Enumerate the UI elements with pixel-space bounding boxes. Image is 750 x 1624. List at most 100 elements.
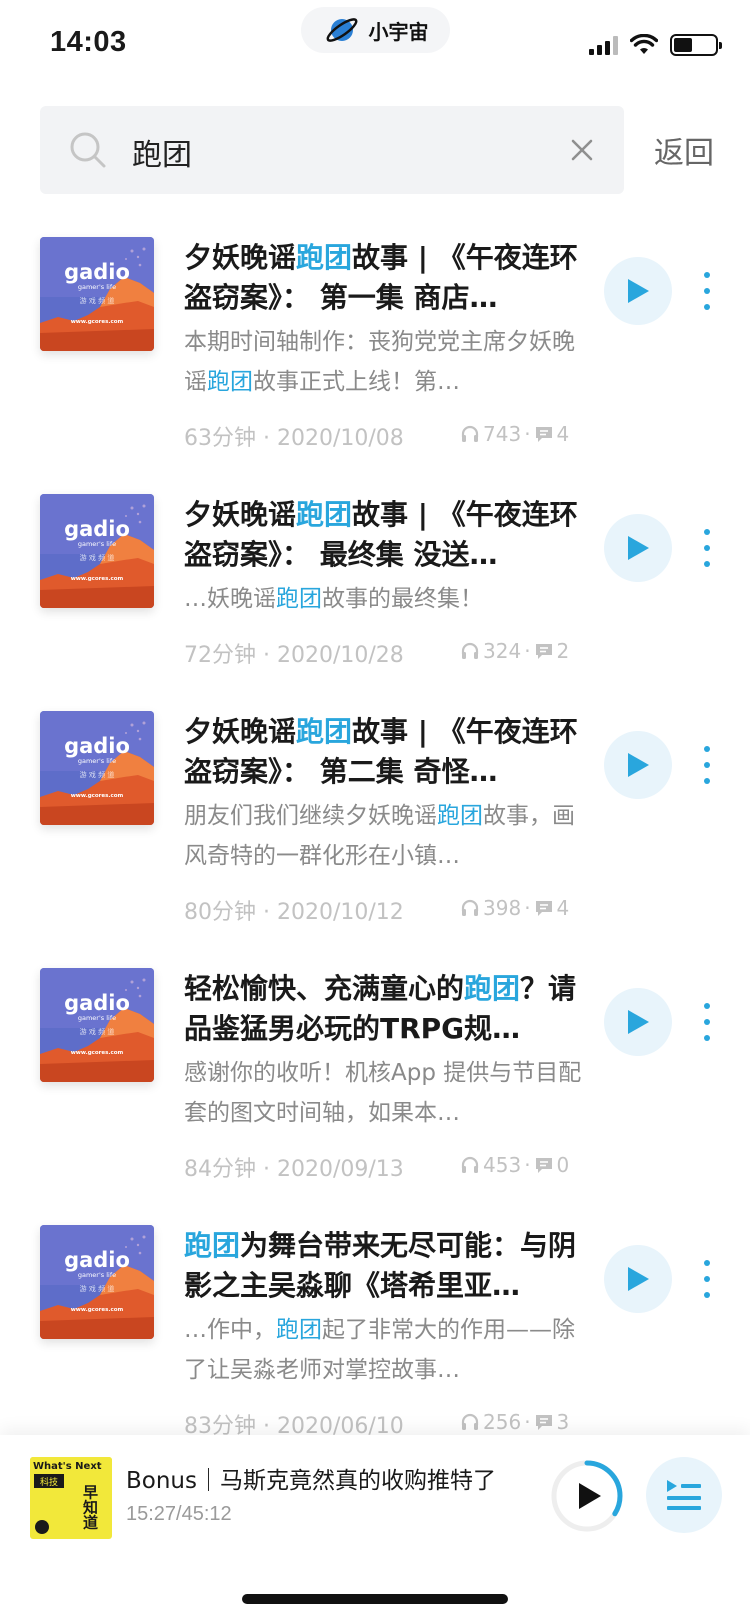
episode-item[interactable]: gadio gamer's life 游 戏 频 道 www.gcores.co…: [0, 493, 750, 710]
now-playing-title[interactable]: Bonus｜马斯克竟然真的收购推特了: [126, 1461, 516, 1495]
episode-play-button[interactable]: [604, 1245, 672, 1313]
headphones-icon: [461, 899, 479, 916]
svg-text:www.gcores.com: www.gcores.com: [71, 1050, 124, 1056]
episode-title[interactable]: 跑团为舞台带来无尽可能：与阴影之主吴淼聊《塔希里亚…: [184, 1226, 584, 1306]
episode-cover-image[interactable]: gadio gamer's life 游 戏 频 道 www.gcores.co…: [40, 711, 154, 825]
dot-icon: [704, 529, 710, 535]
episode-play-button[interactable]: [604, 988, 672, 1056]
svg-text:gamer's life: gamer's life: [78, 1014, 116, 1022]
episode-description: 感谢你的收听！机核App 提供与节目配套的图文时间轴，如果本…: [184, 1060, 582, 1126]
status-icons: [589, 34, 722, 56]
play-icon: [628, 1267, 649, 1291]
more-options-button[interactable]: [692, 999, 722, 1045]
more-options-button[interactable]: [692, 525, 722, 571]
episode-stats: 324 · 2: [460, 639, 569, 663]
episode-description: 本期时间轴制作：丧狗党党主席夕妖晚谣跑团故事正式上线！第…: [184, 329, 575, 395]
episode-play-button[interactable]: [604, 514, 672, 582]
dot-icon: [704, 304, 710, 310]
episode-title[interactable]: 夕妖晚谣跑团故事 | 《午夜连环盗窃案》： 第一集 商店…: [184, 238, 584, 318]
app-brand-pill[interactable]: 小宇宙: [301, 7, 450, 53]
episode-description: …妖晚谣跑团故事的最终集！: [184, 586, 483, 612]
home-indicator: [242, 1594, 508, 1604]
play-icon: [628, 1010, 649, 1034]
svg-text:gadio: gadio: [64, 517, 130, 541]
dot-icon: [704, 1019, 710, 1025]
planet-logo-icon: [326, 18, 357, 42]
episode-stats: 743 · 4: [460, 422, 569, 446]
svg-text:gamer's life: gamer's life: [78, 540, 116, 548]
cover-main-text: 早知道: [81, 1485, 99, 1530]
comment-icon: [535, 1158, 552, 1173]
episode-cover-image[interactable]: gadio gamer's life 游 戏 频 道 www.gcores.co…: [40, 1225, 154, 1339]
playlist-queue-button[interactable]: [646, 1457, 722, 1533]
more-options-button[interactable]: [692, 742, 722, 788]
headphones-icon: [461, 1156, 479, 1173]
svg-text:gamer's life: gamer's life: [78, 1271, 116, 1279]
svg-text:游 戏 频 道: 游 戏 频 道: [80, 553, 115, 562]
cover-top-text: What's Next: [33, 1461, 102, 1472]
svg-text:游 戏 频 道: 游 戏 频 道: [80, 296, 115, 305]
clear-search-icon[interactable]: [568, 136, 596, 164]
dot-icon: [704, 1276, 710, 1282]
app-brand-name: 小宇宙: [368, 19, 429, 44]
dot-icon: [704, 1292, 710, 1298]
dot-icon: [704, 746, 710, 752]
play-icon: [628, 753, 649, 777]
episode-duration-date: 72分钟 · 2020/10/28: [184, 643, 404, 668]
now-playing-cover[interactable]: What's Next 科技 早知道: [30, 1457, 112, 1539]
comment-icon: [535, 427, 552, 442]
search-input[interactable]: 跑团: [132, 130, 192, 174]
episode-duration-date: 63分钟 · 2020/10/08: [184, 426, 404, 451]
episode-cover-image[interactable]: gadio gamer's life 游 戏 频 道 www.gcores.co…: [40, 968, 154, 1082]
comment-icon: [535, 901, 552, 916]
episode-title[interactable]: 夕妖晚谣跑团故事 | 《午夜连环盗窃案》： 最终集 没送…: [184, 495, 584, 575]
svg-text:www.gcores.com: www.gcores.com: [71, 793, 124, 799]
svg-text:游 戏 频 道: 游 戏 频 道: [80, 1027, 115, 1036]
episode-cover-image[interactable]: gadio gamer's life 游 戏 频 道 www.gcores.co…: [40, 494, 154, 608]
episode-play-button[interactable]: [604, 731, 672, 799]
episode-item[interactable]: gadio gamer's life 游 戏 频 道 www.gcores.co…: [0, 710, 750, 967]
episode-title[interactable]: 夕妖晚谣跑团故事 | 《午夜连环盗窃案》： 第二集 奇怪…: [184, 712, 584, 792]
svg-text:www.gcores.com: www.gcores.com: [71, 1307, 124, 1313]
episode-description: …作中，跑团起了非常大的作用——除了让吴淼老师对掌控故事…: [184, 1317, 575, 1383]
dot-icon: [704, 1035, 710, 1041]
play-icon: [628, 536, 649, 560]
play-icon: [628, 279, 649, 303]
episode-title[interactable]: 轻松愉快、充满童心的跑团？请品鉴猛男必玩的TRPG规…: [184, 969, 584, 1049]
more-options-button[interactable]: [692, 1256, 722, 1302]
svg-text:gadio: gadio: [64, 260, 130, 284]
svg-text:www.gcores.com: www.gcores.com: [71, 319, 124, 325]
episode-cover-image[interactable]: gadio gamer's life 游 戏 频 道 www.gcores.co…: [40, 237, 154, 351]
more-options-button[interactable]: [692, 268, 722, 314]
headphones-icon: [461, 1413, 479, 1430]
player-play-button[interactable]: [548, 1457, 626, 1535]
headphones-icon: [461, 642, 479, 659]
svg-text:gadio: gadio: [64, 1248, 130, 1272]
episode-stats: 453 · 0: [460, 1153, 569, 1177]
dot-icon: [704, 272, 710, 278]
episode-description: 朋友们我们继续夕妖晚谣跑团故事，画风奇特的一群化形在小镇…: [184, 803, 575, 869]
dot-icon: [704, 288, 710, 294]
playlist-icon: [667, 1480, 701, 1510]
episode-stats: 398 · 4: [460, 896, 569, 920]
svg-text:gadio: gadio: [64, 734, 130, 758]
back-button[interactable]: 返回: [654, 128, 714, 172]
dot-icon: [704, 561, 710, 567]
svg-text:www.gcores.com: www.gcores.com: [71, 576, 124, 582]
wifi-icon: [630, 34, 658, 54]
episode-duration-date: 84分钟 · 2020/09/13: [184, 1157, 404, 1182]
episode-duration-date: 80分钟 · 2020/10/12: [184, 900, 404, 925]
dot-icon: [704, 778, 710, 784]
svg-text:gamer's life: gamer's life: [78, 283, 116, 291]
episode-item[interactable]: gadio gamer's life 游 戏 频 道 www.gcores.co…: [0, 236, 750, 493]
dot-icon: [704, 1260, 710, 1266]
episode-play-button[interactable]: [604, 257, 672, 325]
battery-icon: [670, 34, 722, 56]
now-playing-time: 15:27/45:12: [126, 1503, 232, 1525]
search-box[interactable]: 跑团: [40, 106, 624, 194]
cellular-signal-icon: [589, 35, 618, 55]
svg-text:gadio: gadio: [64, 991, 130, 1015]
dot-icon: [704, 1003, 710, 1009]
episode-stats: 256 · 3: [460, 1410, 569, 1434]
episode-item[interactable]: gadio gamer's life 游 戏 频 道 www.gcores.co…: [0, 967, 750, 1224]
